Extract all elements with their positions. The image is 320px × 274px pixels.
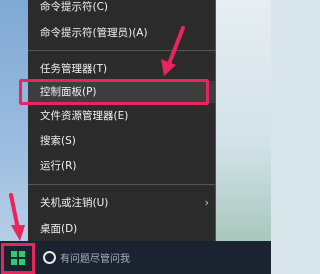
desktop-wallpaper-right — [216, 0, 271, 241]
menu-item-run[interactable]: 运行(R) — [28, 155, 215, 177]
menu-item-search[interactable]: 搜索(S) — [28, 130, 215, 152]
menu-item-command-prompt[interactable]: 命令提示符(C) — [28, 0, 215, 18]
menu-item-desktop[interactable]: 桌面(D) — [28, 218, 215, 240]
control-panel-highlight-box — [19, 79, 209, 105]
chevron-right-icon: › — [204, 196, 209, 209]
menu-item-label: 关机或注销(U) — [40, 197, 109, 209]
cortana-circle-icon[interactable] — [43, 251, 56, 264]
arrow-to-control-panel-icon — [161, 26, 185, 76]
search-box-placeholder[interactable]: 有问题尽管问我 — [60, 250, 130, 265]
taskbar — [0, 241, 271, 274]
menu-item-shutdown-signout[interactable]: 关机或注销(U) › — [28, 192, 215, 214]
arrow-to-start-icon — [9, 193, 25, 241]
start-button-highlight-box — [1, 243, 35, 274]
menu-item-file-explorer[interactable]: 文件资源管理器(E) — [28, 105, 215, 127]
menu-separator — [28, 184, 215, 185]
